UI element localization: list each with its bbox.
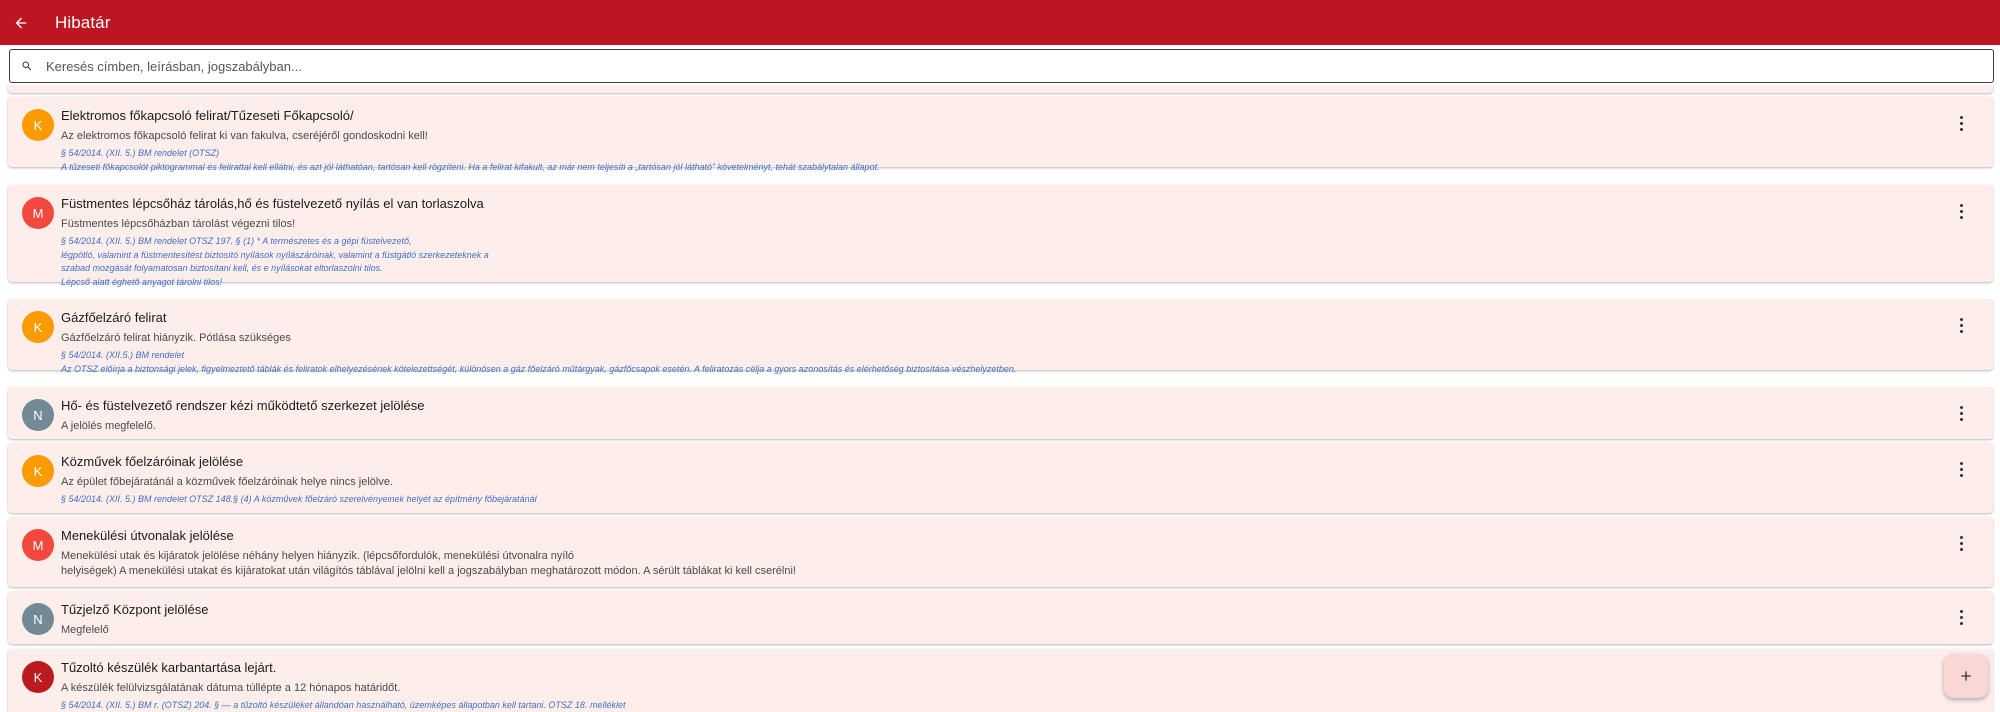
defect-list: K Elektromos főkapcsoló felirat/Tűzeseti… (0, 85, 2000, 712)
list-item[interactable]: M Menekülési útvonalak jelölése Menekülé… (8, 517, 1993, 587)
item-legal-reference: § 54/2014. (XII. 5.) BM rendelet OTSZ 19… (61, 236, 489, 287)
list-item[interactable]: K Elektromos főkapcsoló felirat/Tűzeseti… (8, 97, 1993, 172)
item-legal-reference: § 54/2014. (XII. 5.) BM rendelet (OTSZ) … (61, 148, 880, 172)
item-description: Az elektromos főkapcsoló felirat ki van … (61, 130, 428, 142)
item-description: A készülék felülvizsgálatának dátuma túl… (61, 682, 401, 694)
list-item[interactable]: N Hő- és füstelvezető rendszer kézi műkö… (8, 387, 1993, 439)
item-legal-reference: § 54/2014. (XII.5.) BM rendelet Az OTSZ … (61, 350, 1017, 374)
list-item[interactable]: K Tűzoltó készülék karbantartása lejárt.… (8, 649, 1993, 712)
item-description: Gázfőelzáró felirat hiányzik. Pótlása sz… (61, 332, 291, 344)
more-options-icon[interactable] (1951, 457, 1971, 481)
item-description: Az épület főbejáratánál a közművek főelz… (61, 476, 394, 488)
more-options-icon[interactable] (1951, 111, 1971, 135)
search-input[interactable] (42, 52, 1993, 80)
more-options-icon[interactable] (1951, 401, 1971, 425)
item-title: Tűzjelző Központ jelölése (61, 602, 209, 617)
list-item[interactable]: K Közművek főelzáróinak jelölése Az épül… (8, 443, 1993, 513)
add-button[interactable] (1944, 654, 1988, 698)
list-item[interactable]: K Gázfőelzáró felirat Gázfőelzáró felira… (8, 299, 1993, 374)
list-item[interactable]: M Füstmentes lépcsőház tárolás,hő és füs… (8, 185, 1993, 287)
item-description: Megfelelő (61, 624, 109, 636)
avatar: K (22, 455, 54, 487)
avatar: K (22, 109, 54, 141)
item-title: Menekülési útvonalak jelölése (61, 528, 234, 543)
item-legal-reference: § 54/2014. (XII. 5.) BM rendelet OTSZ 14… (61, 494, 537, 504)
item-description: A jelölés megfelelő. (61, 420, 156, 432)
list-item[interactable]: N Tűzjelző Központ jelölése Megfelelő (8, 591, 1993, 644)
item-title: Közművek főelzáróinak jelölése (61, 454, 244, 469)
more-options-icon[interactable] (1951, 199, 1971, 223)
page-title: Hibatár (55, 12, 111, 32)
item-title: Hő- és füstelvezető rendszer kézi működt… (61, 398, 425, 413)
item-title: Füstmentes lépcsőház tárolás,hő és füste… (61, 196, 484, 211)
avatar: N (22, 603, 54, 635)
avatar: N (22, 399, 54, 431)
item-description: Menekülési utak és kijáratok jelölése né… (61, 550, 796, 577)
avatar: K (22, 311, 54, 343)
app-bar: Hibatár (0, 0, 2000, 45)
search-bar[interactable] (9, 49, 1994, 83)
more-options-icon[interactable] (1951, 531, 1971, 555)
plus-icon (1961, 671, 1971, 681)
more-options-icon[interactable] (1951, 313, 1971, 337)
item-title: Elektromos főkapcsoló felirat/Tűzeseti F… (61, 108, 354, 123)
more-options-icon[interactable] (1951, 605, 1971, 629)
arrow-back-icon (15, 17, 27, 28)
avatar: K (22, 661, 54, 693)
avatar: M (22, 529, 54, 561)
list-item-partial[interactable] (8, 85, 1993, 93)
item-title: Gázfőelzáró felirat (61, 310, 167, 325)
item-legal-reference: § 54/2014. (XII. 5.) BM r. (OTSZ) 204. §… (61, 700, 626, 710)
item-description: Füstmentes lépcsőházban tárolást végezni… (61, 218, 296, 230)
back-button[interactable] (0, 0, 42, 45)
item-title: Tűzoltó készülék karbantartása lejárt. (61, 660, 277, 675)
avatar: M (22, 197, 54, 229)
search-icon (12, 50, 42, 82)
